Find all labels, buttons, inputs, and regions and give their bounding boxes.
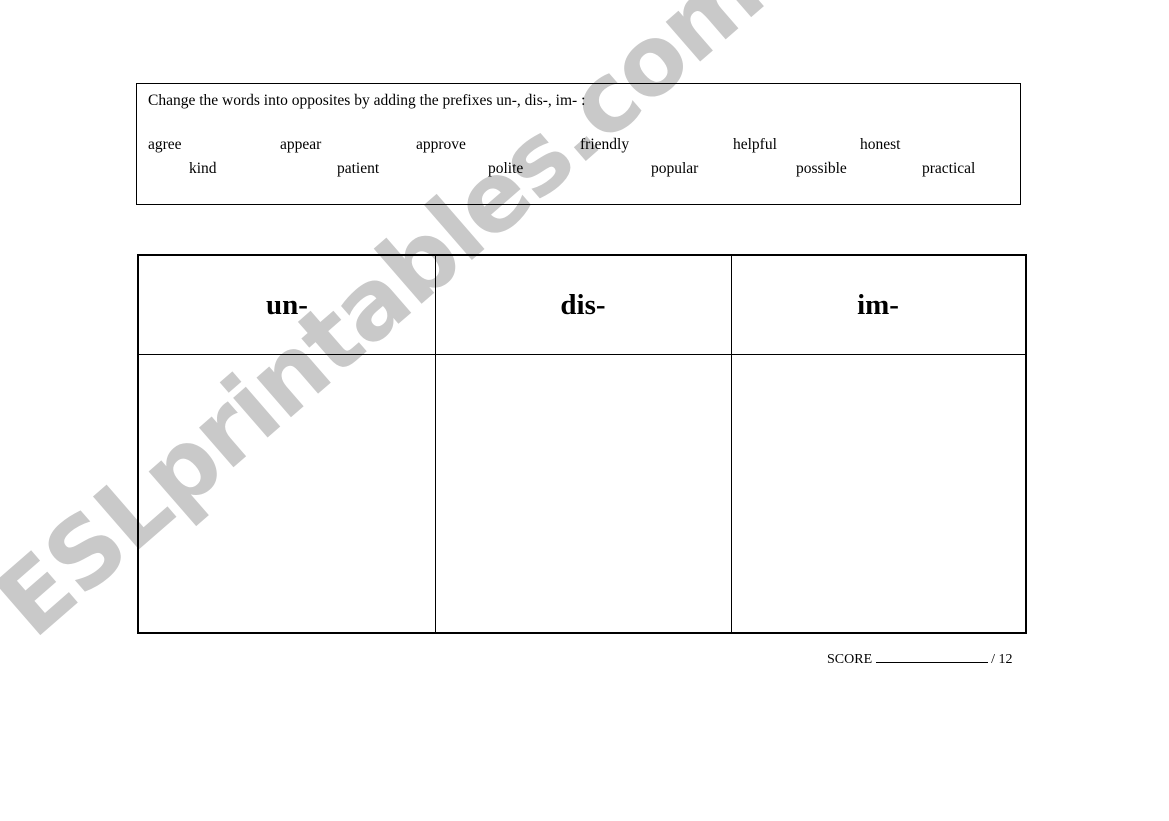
- table-header-row: un- dis- im-: [139, 256, 1025, 355]
- word-bank-item: appear: [280, 136, 322, 153]
- score-label: SCORE: [827, 652, 873, 667]
- answer-cell-un[interactable]: [139, 355, 435, 632]
- word-bank-item: approve: [416, 136, 466, 153]
- word-bank-item: honest: [860, 136, 901, 153]
- score-total: / 12: [991, 652, 1013, 667]
- word-bank-item: helpful: [733, 136, 777, 153]
- word-bank-item: patient: [337, 160, 380, 177]
- instruction-box: Change the words into opposites by addin…: [136, 83, 1021, 205]
- instruction-text: Change the words into opposites by addin…: [148, 92, 586, 109]
- word-bank-item: practical: [922, 160, 976, 177]
- word-bank-item: agree: [148, 136, 182, 153]
- word-bank-row-2: kind patient polite popular possible practica…: [137, 160, 1020, 180]
- score-blank-field[interactable]: [876, 649, 989, 663]
- table-header-cell-dis: dis-: [560, 289, 606, 321]
- answer-table: un- dis- im-: [137, 254, 1027, 634]
- word-bank-item: possible: [796, 160, 847, 177]
- table-body-row: [139, 355, 1025, 632]
- word-bank-item: polite: [488, 160, 524, 177]
- answer-cell-dis[interactable]: [435, 355, 731, 632]
- word-bank-item: kind: [189, 160, 217, 177]
- table-header-cell-un: un-: [266, 289, 308, 321]
- word-bank-row-1: agree appear approve friendly helpful honest: [137, 136, 1020, 156]
- score-line: SCORE / 12: [827, 649, 1013, 668]
- answer-cell-im[interactable]: [731, 355, 1025, 632]
- word-bank-item: popular: [651, 160, 699, 177]
- table-header-cell-im: im-: [857, 289, 899, 321]
- word-bank-item: friendly: [580, 136, 630, 153]
